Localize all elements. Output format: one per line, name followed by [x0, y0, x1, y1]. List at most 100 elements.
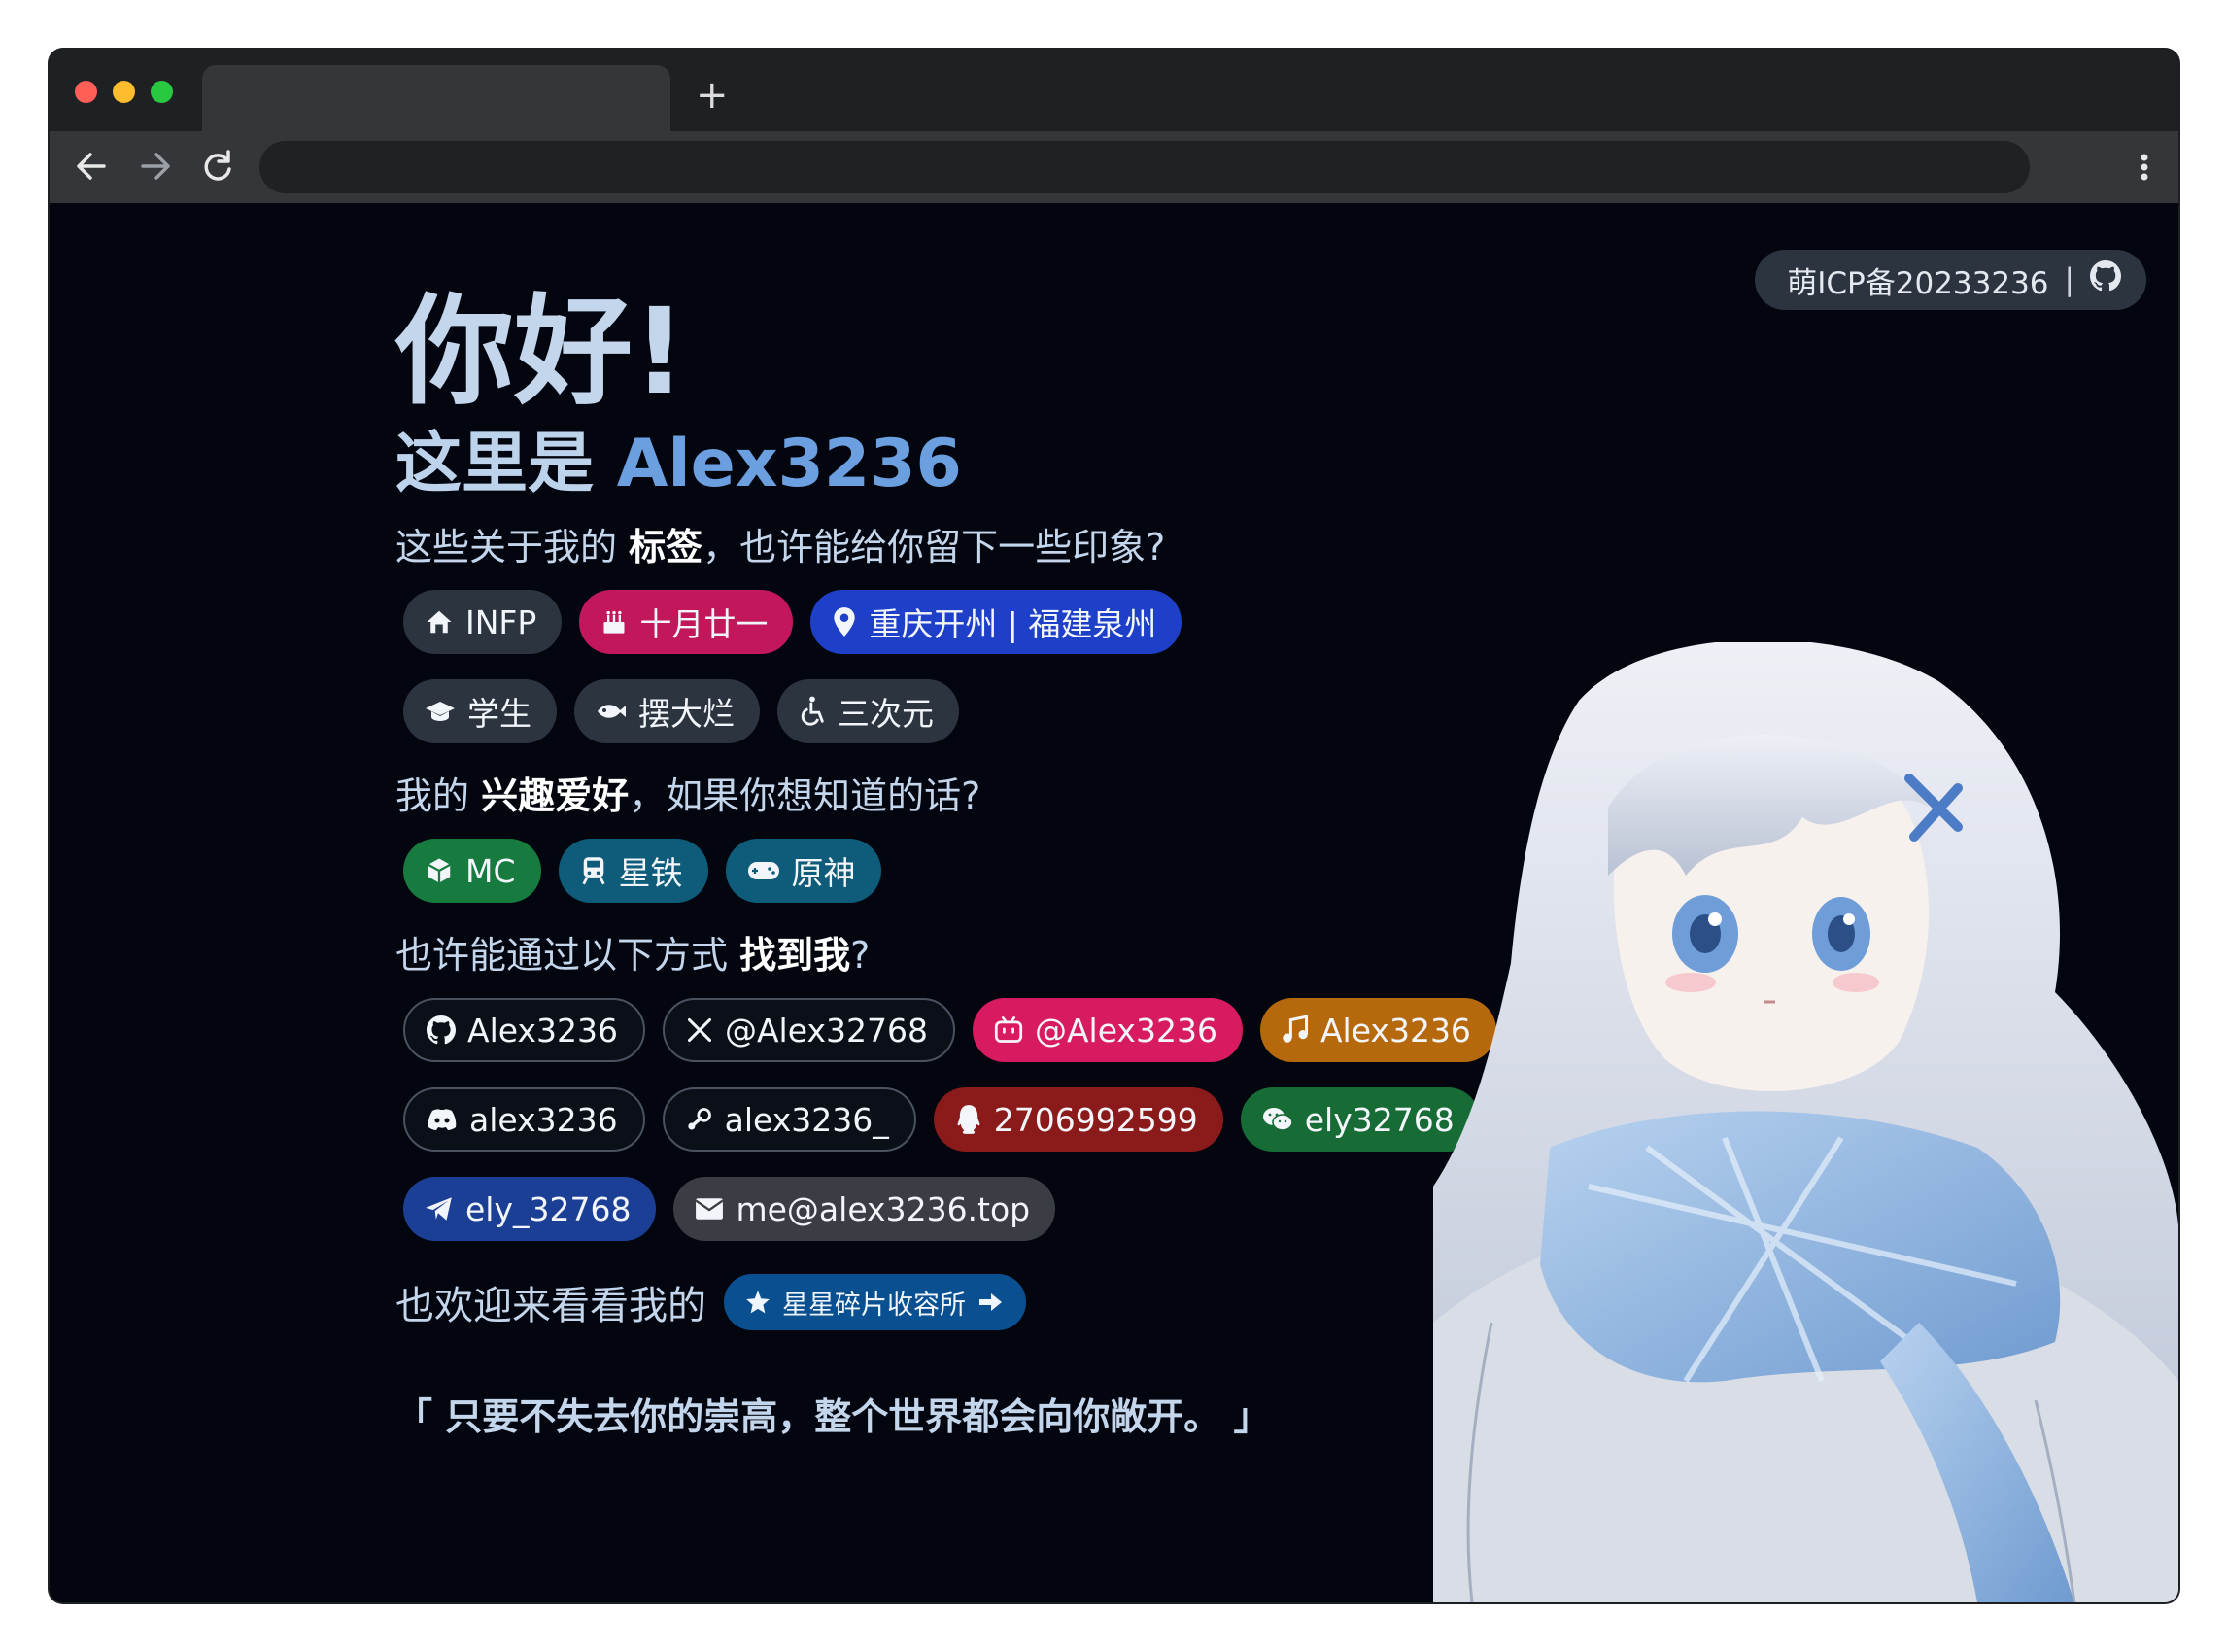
tags-heading-suffix: ，也许能给你留下一些印象?: [702, 526, 1166, 568]
train-icon: [582, 857, 605, 885]
tag-label: 三次元: [838, 695, 934, 733]
contacts-row-1: Alex3236 @Alex32768 @Alex3236 Alex3236: [403, 998, 1496, 1062]
contact-github[interactable]: Alex3236: [403, 998, 645, 1062]
contact-label: 2706992599: [993, 1100, 1198, 1139]
bilibili-icon: [994, 1016, 1023, 1043]
hobbies-row: MC 星铁 原神: [403, 839, 1464, 903]
tag-label: 摆大烂: [638, 695, 735, 733]
contact-label: Alex3236: [467, 1011, 618, 1050]
visit-section: 也欢迎来看看我的 星星碎片收容所: [395, 1274, 1464, 1330]
maximize-window-button[interactable]: [151, 81, 173, 103]
contacts-row-2: alex3236 alex3236_ 2706992599 ely32768: [403, 1087, 1480, 1152]
hobbies-heading-prefix: 我的: [395, 774, 482, 817]
contact-telegram[interactable]: ely_32768: [403, 1177, 657, 1241]
contact-heading: 也许能通过以下方式 找到我?: [395, 928, 1464, 982]
tag-label: INFP: [465, 602, 537, 641]
tag-label: 重庆开州 | 福建泉州: [869, 605, 1157, 643]
music-note-icon: [1283, 1015, 1308, 1043]
tags-row-2: 学生 摆大烂 三次元: [403, 679, 1464, 743]
minimize-window-button[interactable]: [113, 81, 135, 103]
contact-email[interactable]: me@alex3236.top: [673, 1177, 1056, 1241]
browser-window: + 萌ICP备20233236 | 你好! 这里是 Alex3236 这些关于我…: [50, 50, 2178, 1602]
tag-3d[interactable]: 三次元: [777, 679, 959, 743]
tag-birthday[interactable]: 十月廿一: [579, 590, 794, 654]
window-controls: [75, 81, 173, 103]
visit-text: 也欢迎来看看我的: [395, 1284, 706, 1328]
icp-badge[interactable]: 萌ICP备20233236 |: [1755, 250, 2146, 310]
hobbies-heading-suffix: ，如果你想知道的话?: [629, 774, 981, 817]
close-window-button[interactable]: [75, 81, 97, 103]
envelope-icon: [695, 1198, 725, 1220]
hobby-label: MC: [465, 851, 516, 890]
subtitle-name: Alex3236: [616, 426, 962, 502]
address-bar[interactable]: [259, 141, 2030, 193]
reload-icon[interactable]: [201, 143, 234, 202]
icp-text[interactable]: 萌ICP备20233236: [1787, 258, 2048, 302]
hobbies-heading-bold: 兴趣爱好: [481, 774, 630, 817]
contact-heading-suffix: ?: [850, 934, 871, 977]
contact-heading-bold: 找到我: [739, 934, 851, 977]
tag-label: 十月廿一: [639, 605, 769, 643]
tag-student[interactable]: 学生: [403, 679, 557, 743]
cube-icon: [428, 858, 451, 883]
icp-separator: |: [2064, 262, 2074, 297]
hobby-label: 星铁: [618, 854, 683, 892]
contact-heading-prefix: 也许能通过以下方式: [395, 934, 740, 977]
qq-icon: [957, 1105, 980, 1134]
contact-discord[interactable]: alex3236: [403, 1087, 645, 1152]
x-twitter-icon: [687, 1017, 712, 1043]
browser-toolbar: [50, 131, 2178, 203]
back-icon[interactable]: [75, 143, 108, 202]
contact-label: alex3236: [469, 1100, 618, 1139]
subtitle-prefix: 这里是: [395, 426, 617, 502]
wheelchair-icon: [801, 696, 824, 726]
home-icon: [427, 610, 452, 634]
github-icon: [427, 1015, 456, 1045]
anime-girl-illustration: [1433, 642, 2178, 1602]
tag-infp[interactable]: INFP: [403, 590, 563, 654]
star-icon: [746, 1291, 770, 1314]
hobby-star-rail[interactable]: 星铁: [558, 839, 708, 903]
wechat-icon: [1262, 1108, 1293, 1131]
browser-menu-icon[interactable]: [2140, 141, 2149, 209]
contact-label: @Alex3236: [1034, 1011, 1217, 1050]
github-icon[interactable]: [2090, 260, 2121, 299]
contact-bilibili[interactable]: @Alex3236: [972, 998, 1243, 1062]
location-pin-icon: [834, 607, 855, 637]
graduation-cap-icon: [426, 702, 455, 721]
browser-tab-strip: +: [50, 50, 2178, 131]
contact-x[interactable]: @Alex32768: [662, 998, 955, 1062]
motto-quote: 「 只要不失去你的崇高，整个世界都会向你敞开。 」: [395, 1395, 1271, 1438]
arrow-right-icon: [979, 1293, 1002, 1311]
hobby-mc[interactable]: MC: [403, 839, 541, 903]
steam-icon: [687, 1108, 711, 1130]
fish-icon: [598, 705, 626, 718]
profile-section: 你好! 这里是 Alex3236 这些关于我的 标签，也许能给你留下一些印象? …: [395, 283, 1496, 1440]
contact-label: me@alex3236.top: [736, 1189, 1031, 1228]
new-tab-button[interactable]: +: [696, 71, 729, 120]
tag-lazy[interactable]: 摆大烂: [574, 679, 760, 743]
tag-label: 学生: [467, 695, 531, 733]
tags-heading-bold: 标签: [629, 526, 703, 568]
page-title: 你好!: [395, 283, 687, 421]
contact-qq[interactable]: 2706992599: [933, 1087, 1223, 1152]
tags-row-1: INFP 十月廿一 重庆开州 | 福建泉州: [403, 590, 1464, 654]
visit-button-label: 星星碎片收容所: [782, 1290, 966, 1321]
tags-heading: 这些关于我的 标签，也许能给你留下一些印象?: [395, 520, 1464, 574]
forward-icon[interactable]: [139, 143, 172, 202]
tag-location[interactable]: 重庆开州 | 福建泉州: [810, 590, 1182, 654]
tags-heading-prefix: 这些关于我的: [395, 526, 630, 568]
birthday-cake-icon: [603, 610, 625, 634]
browser-tab[interactable]: [202, 65, 670, 131]
hobby-genshin[interactable]: 原神: [725, 839, 881, 903]
contact-steam[interactable]: alex3236_: [662, 1087, 916, 1152]
page-content: 萌ICP备20233236 | 你好! 这里是 Alex3236 这些关于我的 …: [50, 203, 2178, 1602]
telegram-icon: [426, 1197, 452, 1221]
contact-label: @Alex32768: [724, 1011, 928, 1050]
page-subtitle: 这里是 Alex3236: [395, 421, 1464, 508]
star-shard-link-button[interactable]: 星星碎片收容所: [724, 1274, 1026, 1330]
contacts-row-3: ely_32768 me@alex3236.top: [403, 1177, 1464, 1241]
hobbies-heading: 我的 兴趣爱好，如果你想知道的话?: [395, 769, 1464, 823]
discord-icon: [428, 1109, 457, 1130]
contact-label: alex3236_: [724, 1100, 889, 1139]
